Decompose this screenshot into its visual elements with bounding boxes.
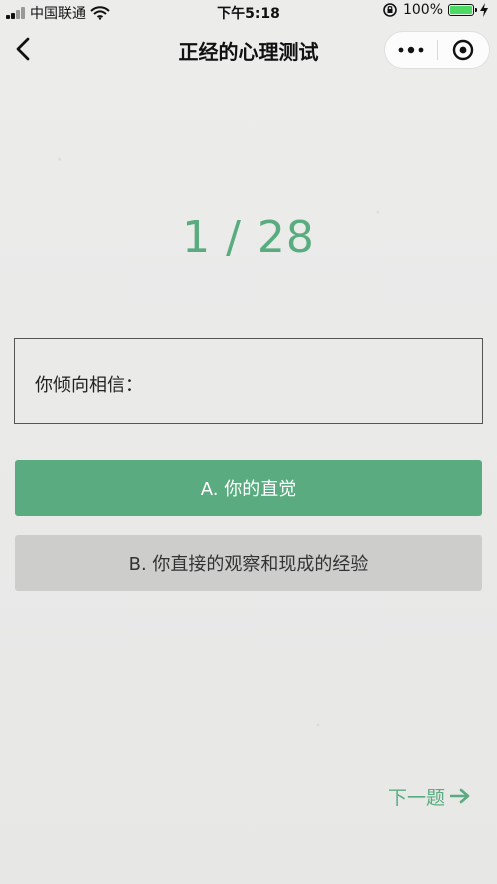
- question-card: 你倾向相信：: [14, 338, 483, 424]
- more-button[interactable]: [385, 32, 437, 68]
- battery-level-fill: [450, 6, 472, 14]
- option-b-button[interactable]: B. 你直接的观察和现成的经验: [15, 535, 482, 591]
- status-bar: 中国联通 下午5:18 100%: [0, 0, 497, 24]
- navigation-bar: 正经的心理测试: [0, 24, 497, 76]
- charging-bolt-icon: [480, 3, 488, 17]
- more-dots-icon: [398, 46, 424, 54]
- close-mini-program-button[interactable]: [438, 32, 490, 68]
- battery-icon: [448, 4, 477, 16]
- question-text: 你倾向相信：: [35, 375, 143, 396]
- status-right: 100%: [382, 2, 489, 18]
- mini-program-capsule: [385, 32, 489, 68]
- target-close-icon: [453, 39, 474, 61]
- orientation-lock-icon: [383, 3, 397, 17]
- next-question-button[interactable]: 下一题: [388, 782, 470, 810]
- question-progress: 1 / 28: [182, 212, 315, 263]
- next-question-label: 下一题: [388, 786, 446, 809]
- back-button[interactable]: [8, 33, 40, 65]
- page-title: 正经的心理测试: [178, 40, 319, 64]
- battery-percent: 100%: [402, 2, 443, 18]
- chevron-left-icon: [16, 37, 30, 61]
- arrow-right-icon: [450, 788, 470, 804]
- quiz-screen: 中国联通 下午5:18 100% 正经的心理测试 1 / 28 你倾向相信： A…: [0, 0, 497, 884]
- option-a-button[interactable]: A. 你的直觉: [15, 460, 482, 516]
